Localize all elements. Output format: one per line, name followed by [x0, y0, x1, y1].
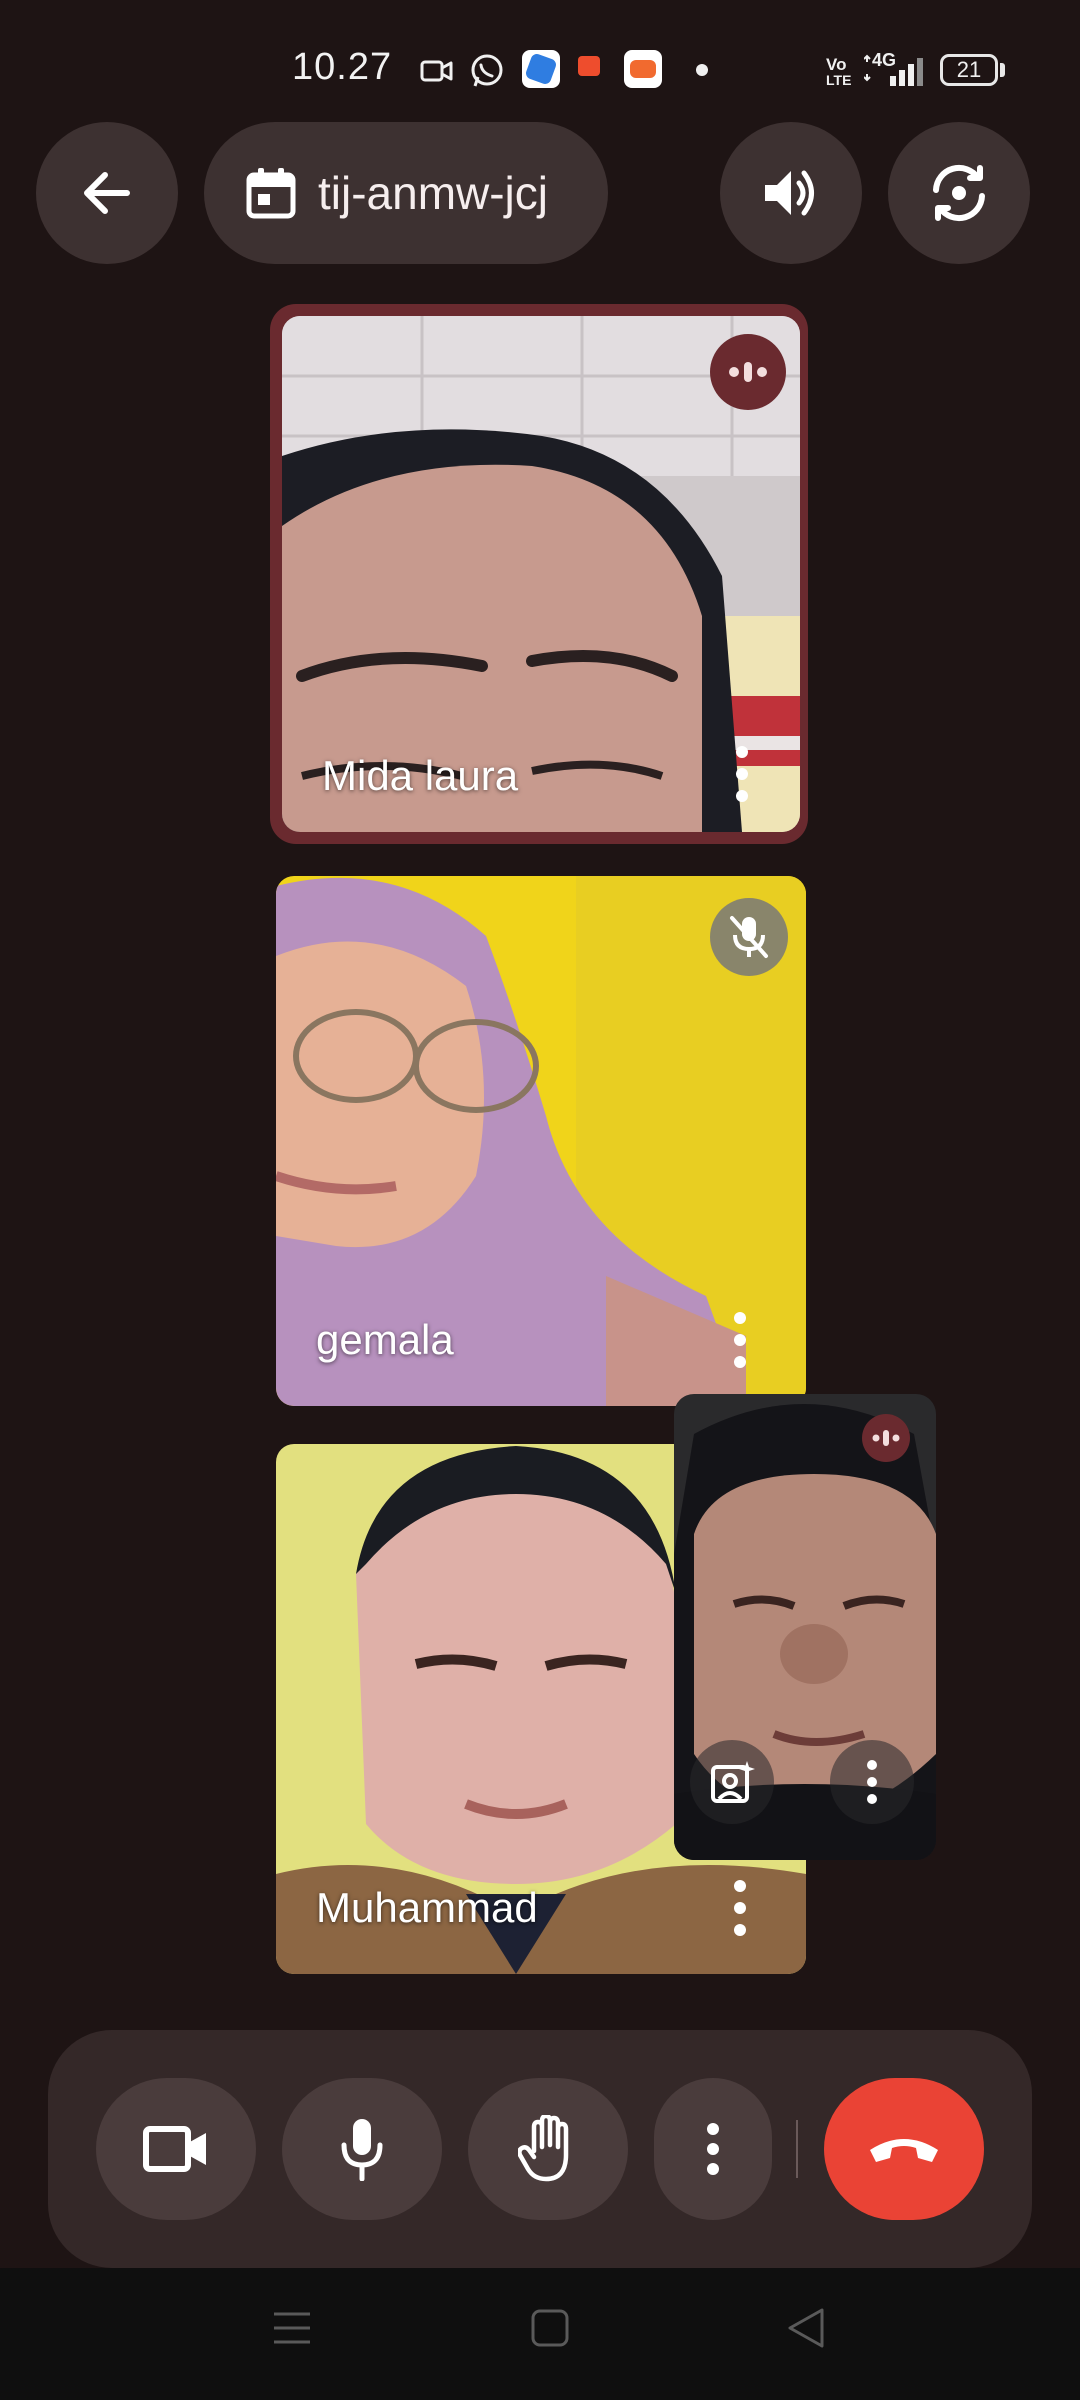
battery-level: 21 — [956, 57, 982, 82]
more-vert-icon[interactable] — [720, 1868, 760, 1948]
self-speaking-indicator — [862, 1414, 910, 1462]
volte-label-bottom: LTE — [826, 72, 852, 88]
participant-name: Mida laura — [322, 752, 519, 799]
more-notifications-dot — [696, 64, 708, 76]
camera-toggle-button[interactable] — [96, 2078, 256, 2220]
self-view-tile[interactable] — [674, 1394, 936, 1860]
switch-camera-button[interactable] — [888, 122, 1030, 264]
participant-name: Muhammad — [316, 1884, 538, 1931]
muted-indicator — [710, 898, 788, 976]
participant-name: gemala — [316, 1316, 454, 1363]
self-view-options-button[interactable] — [830, 1740, 914, 1824]
participant-tile-1[interactable]: Mida laura — [282, 316, 800, 832]
participant-tile-2[interactable]: gemala — [276, 876, 806, 1406]
audio-level-icon — [729, 362, 767, 382]
meet-call-screen: 10.27 Vo LTE 4G 21 tij-anmw-jcj Mida lau… — [0, 0, 1080, 2400]
mic-off-icon — [730, 916, 768, 958]
blue-app-icon — [522, 50, 560, 88]
hand-icon — [518, 2115, 569, 2182]
calendar-icon — [246, 168, 296, 219]
mic-icon — [341, 2119, 383, 2181]
back-button[interactable] — [36, 122, 178, 264]
whatsapp-icon — [471, 54, 503, 87]
more-vert-icon[interactable] — [720, 1300, 760, 1380]
shopeepay-icon — [574, 50, 604, 88]
system-navigation-bar — [0, 2268, 1080, 2400]
video-notification-icon — [420, 60, 453, 82]
recent-apps-icon[interactable] — [272, 2308, 312, 2348]
person-sparkle-icon — [711, 1761, 755, 1803]
raise-hand-button[interactable] — [468, 2078, 628, 2220]
meeting-code: tij-anmw-jcj — [318, 167, 548, 219]
speaking-indicator — [710, 334, 786, 410]
videocam-icon — [143, 2126, 206, 2172]
switch-camera-icon — [933, 164, 985, 222]
audio-output-button[interactable] — [720, 122, 862, 264]
audio-level-icon — [872, 1430, 900, 1446]
back-nav-icon[interactable] — [786, 2306, 826, 2350]
call-end-icon — [870, 2139, 938, 2162]
signal-icon — [864, 54, 923, 86]
speaker-icon — [765, 170, 814, 216]
more-vert-icon — [707, 2123, 719, 2175]
status-time: 10.27 — [292, 46, 393, 88]
mic-toggle-button[interactable] — [282, 2078, 442, 2220]
game-app-icon — [624, 50, 662, 88]
home-icon[interactable] — [530, 2308, 570, 2348]
visual-effects-button[interactable] — [690, 1740, 774, 1824]
volte-label-top: Vo — [826, 55, 847, 74]
more-options-button[interactable] — [654, 2078, 772, 2220]
more-vert-icon[interactable] — [722, 734, 762, 814]
battery-cap — [1000, 63, 1005, 77]
meeting-info-button[interactable]: tij-anmw-jcj — [204, 122, 608, 264]
leave-call-button[interactable] — [824, 2078, 984, 2220]
more-vert-icon — [867, 1760, 877, 1804]
controls-divider — [796, 2120, 798, 2178]
status-bar: 10.27 Vo LTE 4G 21 — [0, 0, 1080, 110]
arrow-back-icon — [84, 172, 130, 214]
